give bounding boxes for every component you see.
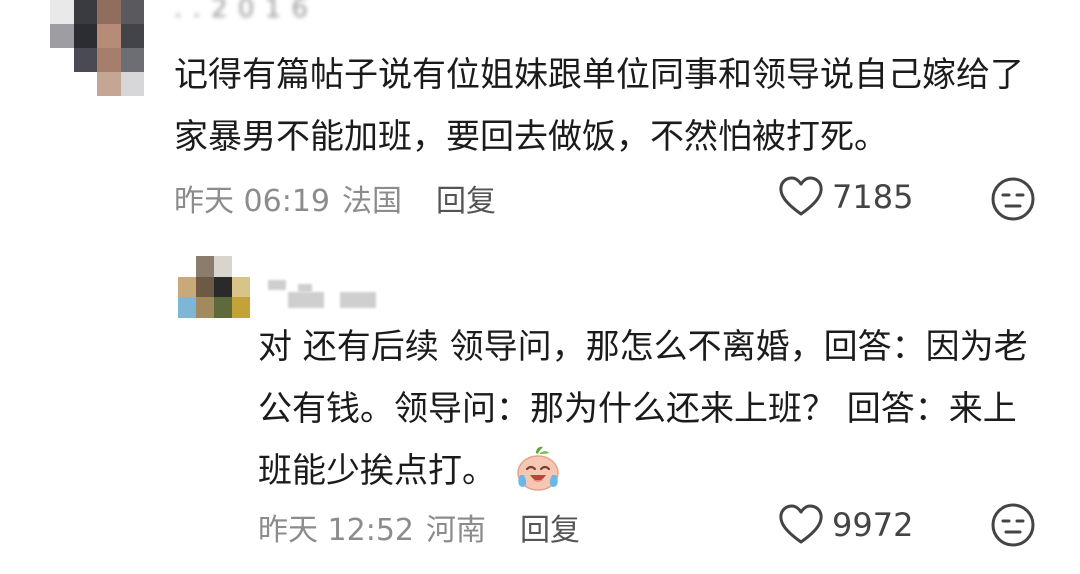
comment-location: 法国 [342,184,402,219]
like-count: 7185 [832,178,914,216]
avatar-pixel [50,48,74,72]
avatar-pixel [97,24,121,48]
avatar-pixel [232,256,250,277]
avatar[interactable] [178,256,250,318]
avatar-pixel [120,24,144,48]
avatar-pixel [232,297,250,318]
avatar-pixel [50,24,74,48]
neutral-face-icon [990,502,1036,548]
comment-meta: 昨天 06:19 法国 回复 [174,176,496,220]
heart-icon [778,176,824,218]
comment-time: 昨天 12:52 [258,513,414,548]
username-blurred[interactable] [268,280,378,310]
like-count: 9972 [832,506,914,544]
like-button[interactable]: 9972 [778,504,913,546]
avatar-pixel [120,72,144,96]
dislike-button[interactable] [990,502,1036,548]
avatar-pixel [214,297,232,318]
avatar-pixel [196,256,214,277]
avatar-pixel [178,297,196,318]
avatar-pixel [214,256,232,277]
avatar-pixel [50,72,74,96]
avatar-pixel [232,276,250,298]
avatar-pixel [73,48,97,72]
heart-icon [778,504,824,546]
avatar-pixel [73,72,97,96]
reply-text: 对 还有后续 领导问，那怎么不离婚，回答：因为老公有钱。领导问：那为什么还来上班… [258,327,1028,491]
comment-meta: 昨天 12:52 河南 回复 [258,505,580,549]
username-blurred[interactable]: . . 2 0 1 6 [174,0,309,24]
avatar-pixel [97,72,121,96]
avatar-pixel [120,48,144,72]
avatar-pixel [97,0,121,24]
avatar-pixel [178,256,196,277]
avatar-pixel [196,297,214,318]
avatar[interactable] [50,0,144,96]
avatar-pixel [50,0,74,24]
avatar-pixel [73,24,97,48]
like-button[interactable]: 7185 [778,176,913,218]
avatar-pixel [97,48,121,72]
avatar-pixel [73,0,97,24]
avatar-pixel [178,276,196,298]
avatar-pixel [214,276,232,298]
avatar-pixel [196,276,214,298]
reply-comment-text: 对 还有后续 领导问，那怎么不离婚，回答：因为老公有钱。领导问：那为什么还来上班… [258,316,1048,502]
avatar-pixel [120,0,144,24]
crying-laughing-face-icon [514,445,562,493]
comment-time: 昨天 06:19 [174,184,330,219]
dislike-button[interactable] [990,176,1036,222]
comment-text: 记得有篇帖子说有位姐妹跟单位同事和领导说自己嫁给了家暴男不能加班，要回去做饭，不… [174,55,1024,157]
neutral-face-icon [990,176,1036,222]
reply-button[interactable]: 回复 [436,176,496,220]
reply-button[interactable]: 回复 [520,505,580,549]
comment-location: 河南 [426,513,486,548]
